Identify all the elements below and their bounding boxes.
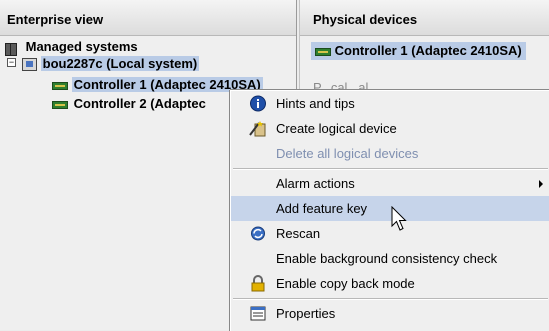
menu-separator	[233, 298, 548, 300]
info-icon	[250, 95, 266, 112]
lock-icon	[251, 275, 265, 292]
menu-item-label: Delete all logical devices	[276, 146, 419, 161]
tree-node-label: Managed systems	[25, 39, 138, 54]
menu-item-label: Enable copy back mode	[276, 276, 415, 291]
menu-item-label: Rescan	[276, 226, 321, 241]
menu-item-label: Hints and tips	[276, 96, 355, 111]
tree-node-system[interactable]: bou2287c (Local system)	[22, 56, 200, 72]
mouse-pointer-icon	[391, 206, 407, 231]
tree-node-label: bou2287c (Local system)	[40, 56, 200, 71]
controller-card-icon	[315, 47, 331, 56]
selected-controller-entry[interactable]: Controller 1 (Adaptec 2410SA)	[311, 42, 526, 60]
rescan-icon	[251, 226, 265, 241]
enterprise-view-header: Enterprise view	[0, 0, 296, 36]
menu-item-alarm-actions[interactable]: Alarm actions	[231, 171, 549, 196]
menu-item-delete-all-logical-devices[interactable]: Delete all logical devices	[231, 141, 549, 166]
menu-item-label: Enable background consistency check	[276, 251, 498, 266]
menu-item-label: Properties	[276, 306, 336, 321]
menu-item-rescan[interactable]: Rescan	[231, 221, 549, 246]
context-menu: Hints and tips Create logical device Del…	[230, 90, 549, 331]
menu-item-label: Alarm actions	[276, 176, 355, 191]
menu-item-hints-and-tips[interactable]: Hints and tips	[231, 91, 549, 116]
controller-card-icon	[52, 100, 68, 109]
physical-devices-header: Physical devices	[300, 0, 549, 36]
submenu-arrow-icon	[539, 180, 543, 188]
managed-systems-icon	[4, 41, 20, 56]
menu-item-properties[interactable]: Properties	[231, 301, 549, 326]
selected-controller-label: Controller 1 (Adaptec 2410SA)	[334, 43, 522, 58]
menu-item-enable-background-consistency-check[interactable]: Enable background consistency check	[231, 246, 549, 271]
tree-node-label: Controller 2 (Adaptec	[73, 96, 206, 111]
menu-item-create-logical-device[interactable]: Create logical device	[231, 116, 549, 141]
properties-icon	[250, 306, 266, 321]
magic-wand-icon	[249, 121, 266, 137]
computer-icon	[22, 58, 37, 72]
menu-item-add-feature-key[interactable]: Add feature key	[231, 196, 549, 221]
collapse-toggle-icon[interactable]: −	[7, 58, 16, 67]
menu-item-label: Create logical device	[276, 121, 397, 136]
tree-node-controller-2[interactable]: Controller 2 (Adaptec	[52, 96, 208, 112]
menu-separator	[233, 168, 548, 170]
controller-card-icon	[52, 81, 68, 90]
menu-item-enable-copy-back-mode[interactable]: Enable copy back mode	[231, 271, 549, 296]
menu-item-label: Add feature key	[276, 201, 368, 216]
tree-node-managed-systems[interactable]: Managed systems	[4, 39, 140, 56]
